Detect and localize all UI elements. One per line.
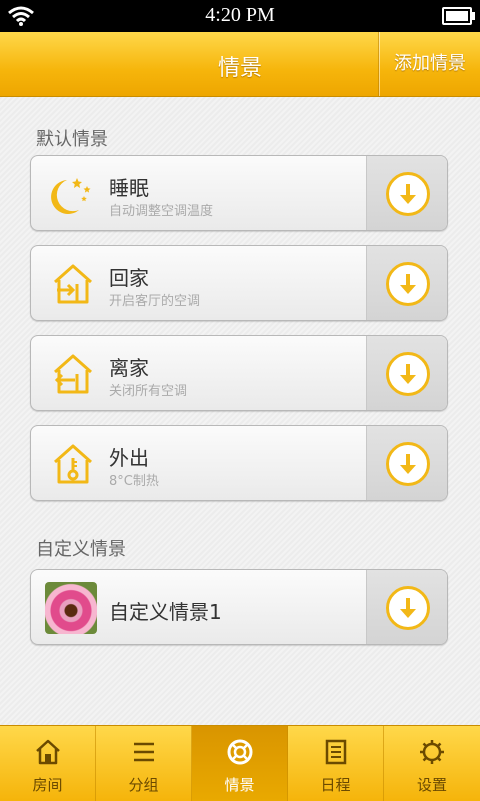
apply-scene-button[interactable]	[366, 246, 447, 320]
house-thermometer-icon	[54, 444, 92, 484]
download-arrow-icon	[386, 262, 430, 306]
tab-schedule[interactable]: 日程	[288, 726, 384, 801]
scene-card-out[interactable]: 外出 8°C制热	[30, 425, 448, 501]
scene-desc: 8°C制热	[109, 474, 159, 489]
tab-label: 日程	[320, 776, 351, 794]
scene-name: 睡眠	[109, 176, 149, 200]
tab-label: 分组	[128, 776, 159, 794]
moon-stars-icon	[51, 178, 91, 214]
tab-rooms[interactable]: 房间	[0, 726, 96, 801]
scene-card-custom-1[interactable]: 自定义情景1	[30, 569, 448, 645]
scene-name: 回家	[109, 266, 149, 290]
scene-list-area[interactable]: 默认情景 睡眠 自动调整空调温度 回家 开启客厅的空调 离家 关闭所有空调 外出…	[0, 97, 480, 725]
lifebuoy-icon	[227, 739, 253, 765]
scene-card-leave[interactable]: 离家 关闭所有空调	[30, 335, 448, 411]
scene-desc: 开启客厅的空调	[109, 294, 201, 309]
download-arrow-icon	[386, 172, 430, 216]
calendar-icon	[325, 739, 347, 765]
add-scene-button[interactable]: 添加情景	[379, 32, 480, 96]
house-icon	[36, 739, 60, 765]
app-header: 情景 添加情景	[0, 32, 480, 97]
tab-label: 房间	[32, 776, 63, 794]
flower-photo-thumbnail	[45, 582, 97, 634]
tab-label: 设置	[416, 776, 447, 794]
scene-name: 离家	[109, 356, 149, 380]
tab-settings[interactable]: 设置	[384, 726, 480, 801]
scene-card-sleep[interactable]: 睡眠 自动调整空调温度	[30, 155, 448, 231]
tab-groups[interactable]: 分组	[96, 726, 192, 801]
scene-name: 自定义情景1	[109, 600, 222, 624]
status-time: 4:20 PM	[205, 4, 275, 26]
apply-scene-button[interactable]	[366, 426, 447, 500]
apply-scene-button[interactable]	[366, 570, 447, 644]
scene-name: 外出	[109, 446, 149, 470]
apply-scene-button[interactable]	[366, 156, 447, 230]
download-arrow-icon	[386, 442, 430, 486]
scene-desc: 自动调整空调温度	[109, 204, 214, 219]
default-scenes-label: 默认情景	[36, 129, 108, 150]
house-enter-icon	[54, 264, 92, 304]
apply-scene-button[interactable]	[366, 336, 447, 410]
tab-label: 情景	[224, 776, 255, 794]
list-icon	[134, 742, 154, 762]
bottom-tab-bar: 房间 分组 情景 日程 设置	[0, 725, 480, 801]
scene-card-home[interactable]: 回家 开启客厅的空调	[30, 245, 448, 321]
tab-scenes[interactable]: 情景	[192, 726, 288, 801]
status-bar: 4:20 PM	[0, 0, 480, 32]
house-exit-icon	[54, 354, 92, 394]
scene-desc: 关闭所有空调	[109, 384, 188, 399]
download-arrow-icon	[386, 352, 430, 396]
custom-scenes-label: 自定义情景	[36, 539, 126, 560]
gear-icon	[420, 740, 444, 764]
download-arrow-icon	[386, 586, 430, 630]
battery-icon	[442, 7, 475, 25]
